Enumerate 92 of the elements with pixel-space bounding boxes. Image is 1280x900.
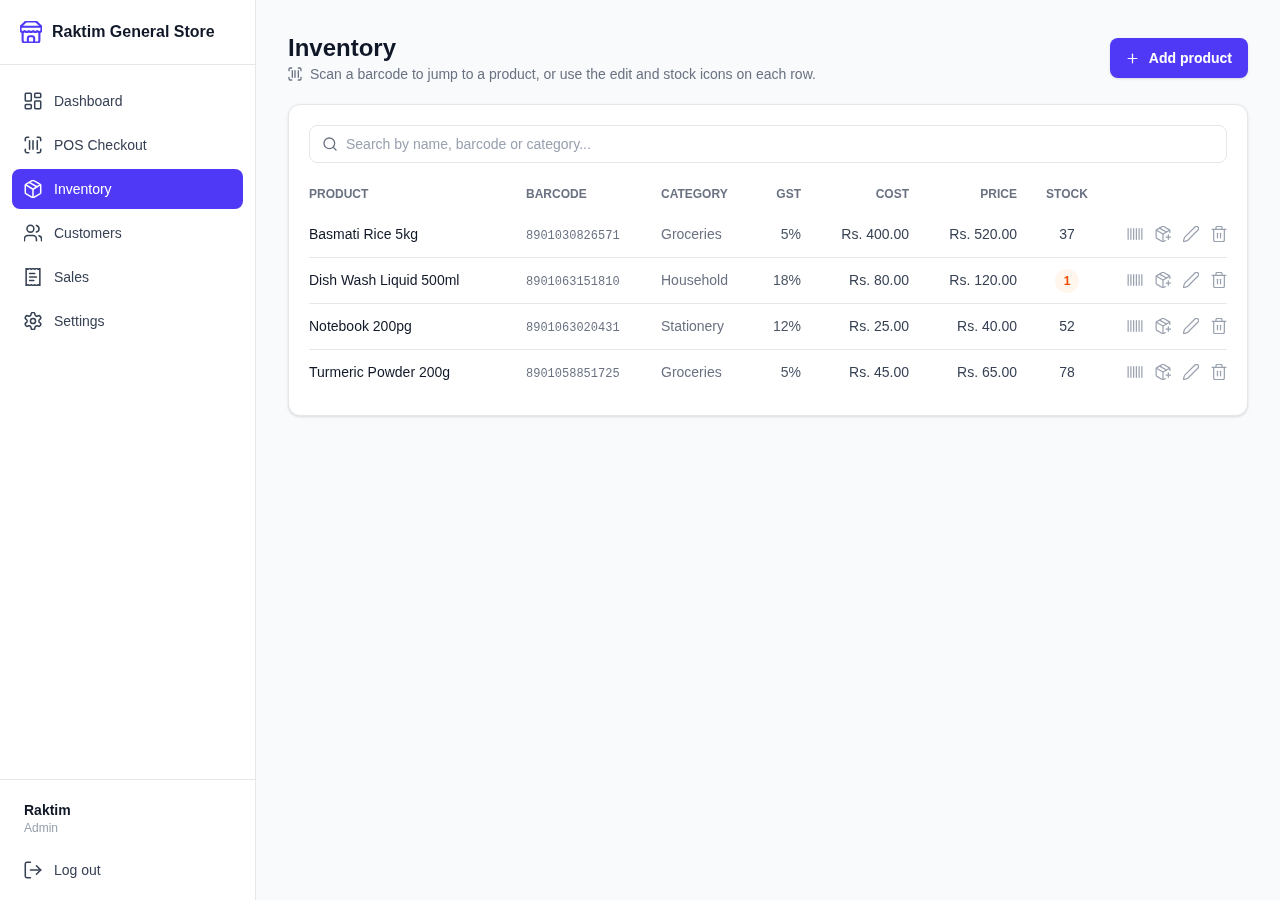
barcode-number: 8901030826571: [526, 228, 620, 243]
stock-button[interactable]: [1155, 318, 1171, 334]
delete-button[interactable]: [1211, 272, 1227, 288]
category-name: Household: [661, 272, 728, 288]
store-icon: [20, 21, 42, 43]
column-header: GST: [776, 187, 801, 201]
user-role: Admin: [24, 820, 58, 836]
stock-button[interactable]: [1155, 225, 1171, 242]
nav-item[interactable]: POS Checkout: [12, 125, 243, 165]
box-plus-icon: [1155, 225, 1171, 242]
barcode-number: 8901058851725: [526, 367, 620, 382]
trash-icon: [1211, 272, 1227, 288]
barcode-button[interactable]: [1127, 272, 1143, 288]
pencil-icon: [1183, 272, 1199, 288]
column-header: CATEGORY: [661, 187, 728, 201]
cost-price: Rs. 45.00: [849, 364, 909, 381]
barcode-button[interactable]: [1127, 364, 1143, 381]
barcode-button[interactable]: [1127, 225, 1143, 242]
logout-icon: [24, 861, 42, 879]
receipt-icon: [24, 268, 42, 286]
dashboard-icon: [24, 92, 42, 110]
barcode-icon: [1127, 272, 1143, 288]
barcode-button[interactable]: [1127, 318, 1143, 334]
logout-button[interactable]: Log out: [24, 856, 101, 884]
pencil-icon: [1183, 225, 1199, 242]
category-name: Groceries: [661, 225, 722, 242]
column-header: COST: [875, 187, 909, 201]
barcode-scan-icon: [24, 136, 42, 154]
category-name: Stationery: [661, 318, 725, 334]
nav-item[interactable]: Sales: [12, 257, 243, 297]
product-name: Turmeric Powder 200g: [309, 364, 451, 381]
edit-button[interactable]: [1183, 364, 1199, 381]
page-title: Inventory: [288, 33, 397, 63]
barcode-icon: [1127, 225, 1143, 242]
barcode-number: 8901063020431: [526, 321, 620, 335]
selling-price: Rs. 120.00: [949, 272, 1017, 288]
nav-item[interactable]: Dashboard: [12, 81, 243, 121]
stock-count: 52: [1059, 318, 1075, 334]
nav-item[interactable]: Customers: [12, 213, 243, 253]
trash-icon: [1211, 225, 1227, 242]
cost-price: Rs. 400.00: [841, 225, 909, 242]
delete-button[interactable]: [1211, 225, 1227, 242]
barcode-scan-icon: [288, 67, 302, 81]
gst-rate: 5%: [780, 364, 801, 381]
edit-button[interactable]: [1183, 318, 1199, 334]
gst-rate: 12%: [772, 318, 801, 334]
selling-price: Rs. 65.00: [957, 364, 1017, 381]
delete-button[interactable]: [1211, 318, 1227, 334]
edit-button[interactable]: [1183, 272, 1199, 288]
barcode-number: 8901063151810: [526, 275, 620, 289]
page-subtitle: Scan a barcode to jump to a product, or use the edit and stock icons on each row.: [310, 65, 816, 84]
column-header: BARCODE: [526, 187, 587, 201]
product-name: Dish Wash Liquid 500ml: [309, 272, 460, 288]
stock-count: 37: [1059, 225, 1075, 242]
barcode-icon: [1127, 364, 1143, 381]
nav-item[interactable]: Inventory: [12, 169, 243, 209]
selling-price: Rs. 40.00: [957, 318, 1017, 334]
delete-button[interactable]: [1211, 364, 1227, 381]
pencil-icon: [1183, 364, 1199, 381]
trash-icon: [1211, 318, 1227, 334]
edit-button[interactable]: [1183, 225, 1199, 242]
settings-icon: [24, 312, 42, 330]
column-header: STOCK: [1046, 187, 1088, 201]
plus-icon: [1125, 51, 1139, 65]
stock-count: 78: [1059, 364, 1075, 381]
stock-button[interactable]: [1155, 272, 1171, 288]
search-field[interactable]: Search by name, barcode or category...: [309, 125, 1227, 163]
cost-price: Rs. 80.00: [849, 272, 909, 288]
gst-rate: 5%: [780, 225, 801, 242]
brand-name: Raktim General Store: [52, 22, 215, 42]
selling-price: Rs. 520.00: [949, 225, 1017, 242]
product-name: Notebook 200pg: [309, 318, 412, 334]
column-header: PRODUCT: [309, 187, 369, 201]
column-header: PRICE: [980, 187, 1017, 201]
cost-price: Rs. 25.00: [849, 318, 909, 334]
low-stock-badge: 1: [1055, 268, 1079, 293]
pencil-icon: [1183, 318, 1199, 334]
barcode-icon: [1127, 318, 1143, 334]
category-name: Groceries: [661, 364, 722, 381]
box-icon: [24, 180, 42, 198]
stock-button[interactable]: [1155, 364, 1171, 381]
user-name: Raktim: [24, 801, 71, 820]
add-product-button[interactable]: Add product: [1109, 38, 1248, 78]
gst-rate: 18%: [772, 272, 801, 288]
trash-icon: [1211, 364, 1227, 381]
nav-item[interactable]: Settings: [12, 301, 243, 341]
users-icon: [24, 224, 42, 242]
box-plus-icon: [1155, 318, 1171, 334]
search-icon: [323, 137, 337, 151]
box-plus-icon: [1155, 272, 1171, 288]
product-name: Basmati Rice 5kg: [309, 225, 418, 242]
box-plus-icon: [1155, 364, 1171, 381]
